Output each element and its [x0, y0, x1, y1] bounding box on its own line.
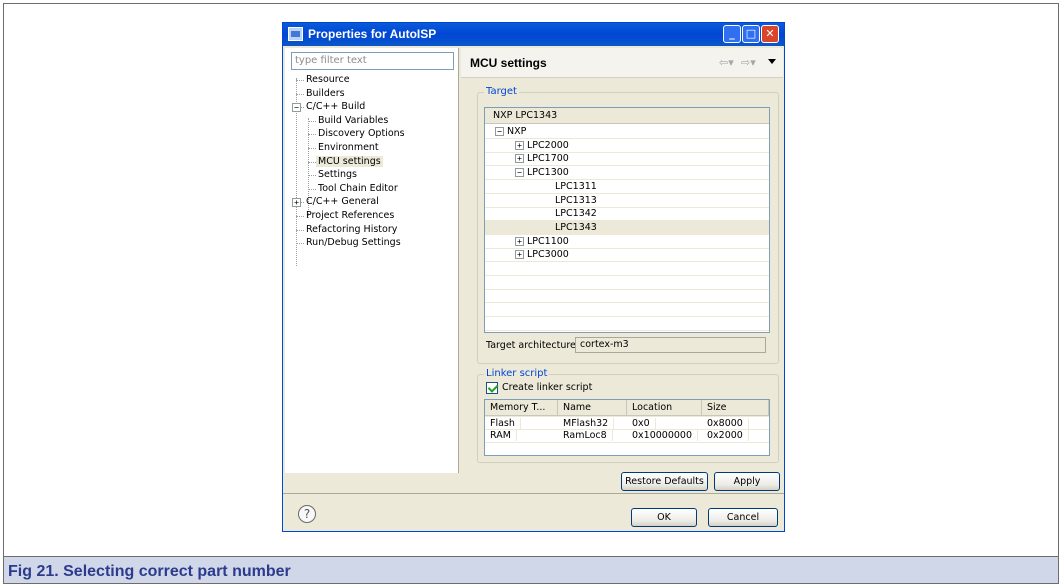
expand-icon[interactable]: + — [515, 236, 524, 246]
tree-item-discovery-options[interactable]: Discovery Options — [318, 128, 405, 139]
expand-icon[interactable]: + — [515, 154, 524, 164]
page-header: MCU settings ⇦▾ ⇨▾ — [461, 48, 783, 78]
window-icon — [288, 27, 303, 41]
memory-name-cell: MFlash32 — [558, 418, 615, 429]
memory-location-cell: 0x0 — [627, 418, 656, 429]
create-linker-script-label[interactable]: Create linker script — [502, 382, 592, 393]
target-tree-label: NXP — [507, 126, 527, 137]
target-tree-label: LPC3000 — [527, 249, 569, 261]
target-tree-header: NXP LPC1343 — [485, 108, 769, 124]
tree-item-mcu-settings[interactable]: MCU settings — [316, 155, 383, 167]
target-tree-row[interactable]: LPC1343 — [485, 220, 769, 235]
target-tree-label: LPC1700 — [527, 153, 569, 165]
minimize-button[interactable]: _ — [723, 25, 741, 43]
maximize-button[interactable]: □ — [742, 25, 760, 43]
target-tree-row[interactable]: − LPC1300 — [485, 166, 769, 181]
target-tree-row — [485, 289, 769, 304]
apply-button[interactable]: Apply — [714, 472, 780, 491]
figure-caption: Fig 21. Selecting correct part number — [8, 563, 291, 580]
tree-item-builders[interactable]: Builders — [306, 88, 345, 99]
filter-input[interactable]: type filter text — [291, 52, 454, 70]
collapse-icon[interactable]: − — [292, 103, 301, 113]
tree-item-environment[interactable]: Environment — [318, 142, 379, 153]
help-icon[interactable]: ? — [298, 505, 316, 523]
target-tree-row[interactable]: + LPC2000 — [485, 139, 769, 153]
memory-name-cell: RamLoc8 — [558, 430, 613, 441]
tree-item-settings[interactable]: Settings — [318, 169, 357, 180]
ok-button[interactable]: OK — [631, 508, 697, 527]
target-tree-row[interactable]: LPC1342 — [485, 207, 769, 222]
tree-item-c-c-general[interactable]: C/C++ General — [306, 196, 379, 207]
collapse-icon[interactable]: − — [515, 168, 524, 178]
target-tree-row — [485, 317, 769, 331]
footer-separator — [283, 493, 784, 494]
tree-item-build-variables[interactable]: Build Variables — [318, 115, 388, 126]
cancel-button[interactable]: Cancel — [708, 508, 778, 527]
memory-size-cell: 0x8000 — [702, 418, 749, 429]
expand-icon[interactable]: + — [515, 250, 524, 260]
property-tree-panel: type filter text Resource Builders − C/C++ … — [285, 48, 459, 473]
tree-item-run-debug-settings[interactable]: Run/Debug Settings — [306, 237, 401, 248]
target-tree-row — [485, 276, 769, 290]
target-tree-label: LPC1311 — [555, 180, 597, 192]
column-header-size[interactable]: Size — [702, 400, 769, 416]
figure-caption-bar: Fig 21. Selecting correct part number — [3, 557, 1059, 584]
target-tree-row[interactable]: + LPC3000 — [485, 248, 769, 263]
collapse-icon[interactable]: − — [495, 127, 504, 136]
title-bar[interactable]: Properties for AutoISP _ □ ✕ — [283, 23, 784, 46]
target-tree-row[interactable]: LPC1313 — [485, 194, 769, 208]
column-header-location[interactable]: Location — [627, 400, 702, 416]
tree-item-c-c-build[interactable]: C/C++ Build — [306, 101, 365, 112]
target-tree-row — [485, 262, 769, 276]
linker-script-group-label: Linker script — [484, 368, 550, 379]
restore-defaults-button[interactable]: Restore Defaults — [621, 472, 708, 491]
expand-icon[interactable]: + — [515, 140, 524, 150]
memory-type-cell: RAM — [485, 430, 517, 441]
properties-dialog: Properties for AutoISP _ □ ✕ type filter… — [282, 22, 785, 532]
target-tree-row[interactable]: + LPC1100 — [485, 235, 769, 249]
expand-icon[interactable]: + — [292, 198, 301, 208]
target-tree-row[interactable]: + LPC1700 — [485, 152, 769, 167]
forward-arrow-icon[interactable]: ⇨▾ — [741, 56, 756, 69]
tree-item-tool-chain-editor[interactable]: Tool Chain Editor — [318, 183, 398, 194]
create-linker-script-checkbox[interactable] — [486, 382, 498, 394]
tree-item-project-references[interactable]: Project References — [306, 210, 394, 221]
target-architecture-label: Target architecture — [486, 340, 576, 351]
target-tree-label: LPC1342 — [555, 208, 597, 220]
target-architecture-field: cortex-m3 — [575, 337, 766, 353]
target-tree-row — [485, 303, 769, 318]
target-tree[interactable]: NXP LPC1343 − NXP + LPC2000 + LPC1700− LPC1300… — [484, 107, 770, 333]
view-menu-icon[interactable] — [768, 59, 776, 64]
tree-item-refactoring-history[interactable]: Refactoring History — [306, 224, 397, 235]
memory-type-cell: Flash — [485, 418, 521, 429]
page-title: MCU settings — [470, 56, 547, 70]
back-arrow-icon[interactable]: ⇦▾ — [719, 56, 734, 69]
close-button[interactable]: ✕ — [761, 25, 779, 43]
memory-table[interactable]: Memory T... Name Location Size Flash MFl… — [484, 399, 770, 456]
target-tree-label: LPC2000 — [527, 139, 569, 151]
target-tree-label: LPC1300 — [527, 167, 569, 179]
target-tree-label: LPC1100 — [527, 235, 569, 247]
column-header-memory-type[interactable]: Memory T... — [485, 400, 558, 416]
memory-size-cell: 0x2000 — [702, 430, 749, 441]
target-group-label: Target — [484, 86, 519, 97]
target-tree-label: LPC1343 — [555, 221, 597, 233]
memory-location-cell: 0x10000000 — [627, 430, 699, 441]
tree-item-resource[interactable]: Resource — [306, 74, 350, 85]
target-tree-row[interactable]: LPC1311 — [485, 180, 769, 194]
window-title: Properties for AutoISP — [308, 27, 437, 41]
column-header-name[interactable]: Name — [558, 400, 627, 416]
target-tree-label: LPC1313 — [555, 194, 597, 206]
target-tree-row[interactable]: − NXP — [485, 125, 769, 139]
